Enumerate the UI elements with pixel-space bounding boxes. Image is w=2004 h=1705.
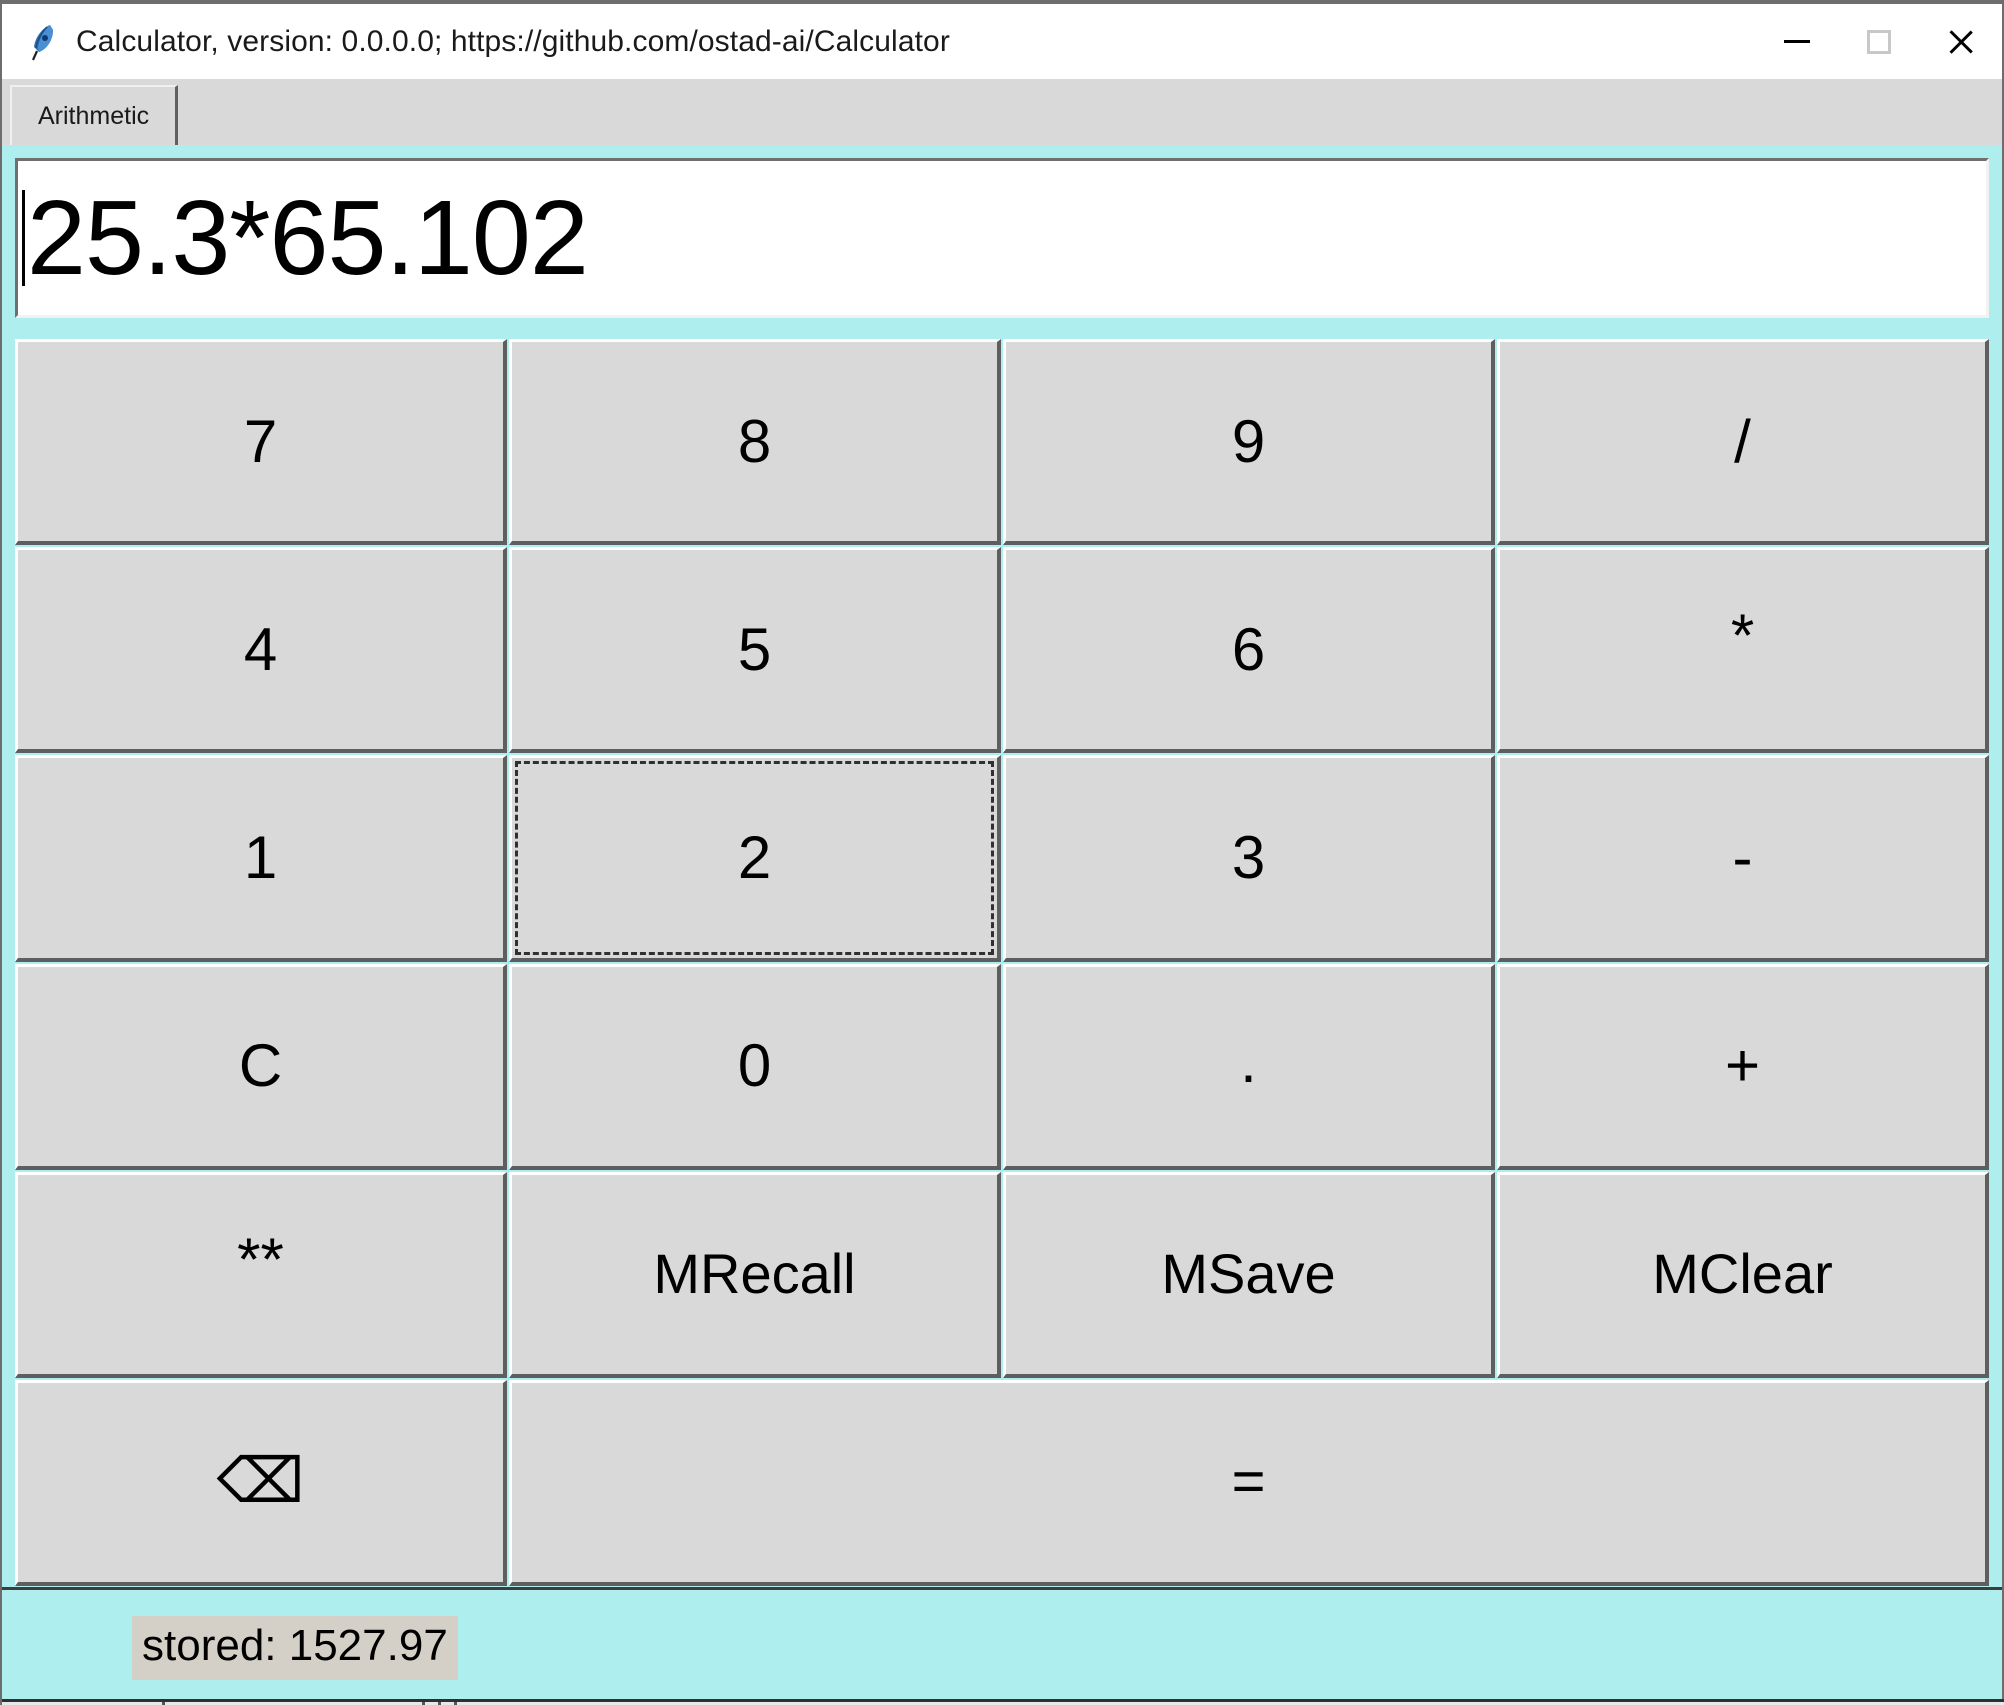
tab-arithmetic[interactable]: Arithmetic xyxy=(10,85,179,145)
button-power[interactable]: ** xyxy=(15,1171,507,1378)
tab-strip: Arithmetic xyxy=(2,79,2002,145)
expression-value: 25.3*65.102 xyxy=(27,179,589,297)
display-keypad-spacer xyxy=(14,318,1990,338)
button-8-label: 8 xyxy=(737,407,772,475)
button-0-label: 0 xyxy=(737,1032,772,1100)
minimize-icon xyxy=(1784,40,1810,43)
button-4-label: 4 xyxy=(243,615,278,683)
button-2-label: 2 xyxy=(737,823,772,891)
calculator-window: Calculator, version: 0.0.0.0; https://gi… xyxy=(0,0,2004,1705)
button-divide[interactable]: / xyxy=(1497,339,1989,546)
button-msave-label: MSave xyxy=(1161,1242,1336,1306)
feather-icon xyxy=(26,22,60,62)
button-9[interactable]: 9 xyxy=(1003,339,1495,546)
calculator-body: 25.3*65.102 7 8 9 / 4 5 6 * 1 2 3 - C 0 … xyxy=(2,145,2002,1587)
expression-input[interactable]: 25.3*65.102 xyxy=(15,158,1989,318)
button-clear-label: C xyxy=(238,1032,283,1100)
button-8[interactable]: 8 xyxy=(509,339,1001,546)
title-bar[interactable]: Calculator, version: 0.0.0.0; https://gi… xyxy=(2,4,2002,79)
close-button[interactable] xyxy=(1920,4,2002,79)
button-minus-label: - xyxy=(1732,823,1753,891)
button-plus[interactable]: + xyxy=(1497,963,1989,1170)
window-title: Calculator, version: 0.0.0.0; https://gi… xyxy=(76,24,950,58)
button-equals[interactable]: = xyxy=(509,1379,1989,1586)
status-bar: stored: 1527.97 xyxy=(2,1587,2002,1705)
display-area: 25.3*65.102 xyxy=(15,158,1989,318)
backspace-icon: ⌫ xyxy=(216,1447,305,1517)
maximize-icon xyxy=(1867,29,1891,54)
button-7-label: 7 xyxy=(243,407,278,475)
button-9-label: 9 xyxy=(1231,407,1266,475)
text-caret xyxy=(22,190,25,286)
button-equals-label: = xyxy=(1231,1449,1266,1515)
button-1[interactable]: 1 xyxy=(15,755,507,962)
tab-arithmetic-label: Arithmetic xyxy=(38,101,150,130)
keypad-grid: 7 8 9 / 4 5 6 * 1 2 3 - C 0 . + ** MReca… xyxy=(14,338,1990,1587)
button-5-label: 5 xyxy=(737,615,772,683)
window-controls xyxy=(1756,4,2002,79)
button-plus-label: + xyxy=(1724,1032,1761,1100)
window-bottom-edge xyxy=(2,1699,2004,1705)
button-multiply-label: * xyxy=(1730,601,1755,669)
button-mclear-label: MClear xyxy=(1652,1242,1833,1306)
button-mclear[interactable]: MClear xyxy=(1497,1171,1989,1378)
button-divide-label: / xyxy=(1734,407,1751,475)
button-minus[interactable]: - xyxy=(1497,755,1989,962)
button-4[interactable]: 4 xyxy=(15,547,507,754)
button-1-label: 1 xyxy=(243,823,278,891)
button-0[interactable]: 0 xyxy=(509,963,1001,1170)
minimize-button[interactable] xyxy=(1756,4,1838,79)
button-6[interactable]: 6 xyxy=(1003,547,1495,754)
button-power-label: ** xyxy=(237,1226,284,1294)
maximize-button[interactable] xyxy=(1838,4,1920,79)
button-msave[interactable]: MSave xyxy=(1003,1171,1495,1378)
button-decimal-label: . xyxy=(1240,1028,1257,1096)
button-7[interactable]: 7 xyxy=(15,339,507,546)
button-clear[interactable]: C xyxy=(15,963,507,1170)
button-mrecall[interactable]: MRecall xyxy=(509,1171,1001,1378)
button-6-label: 6 xyxy=(1231,615,1266,683)
button-mrecall-label: MRecall xyxy=(653,1242,856,1306)
button-decimal[interactable]: . xyxy=(1003,963,1495,1170)
close-icon xyxy=(1946,27,1976,57)
button-multiply[interactable]: * xyxy=(1497,547,1989,754)
button-2[interactable]: 2 xyxy=(509,755,1001,962)
button-5[interactable]: 5 xyxy=(509,547,1001,754)
button-3-label: 3 xyxy=(1231,823,1266,891)
stored-value-label: stored: 1527.97 xyxy=(132,1615,458,1680)
button-backspace[interactable]: ⌫ xyxy=(15,1379,507,1586)
button-3[interactable]: 3 xyxy=(1003,755,1495,962)
